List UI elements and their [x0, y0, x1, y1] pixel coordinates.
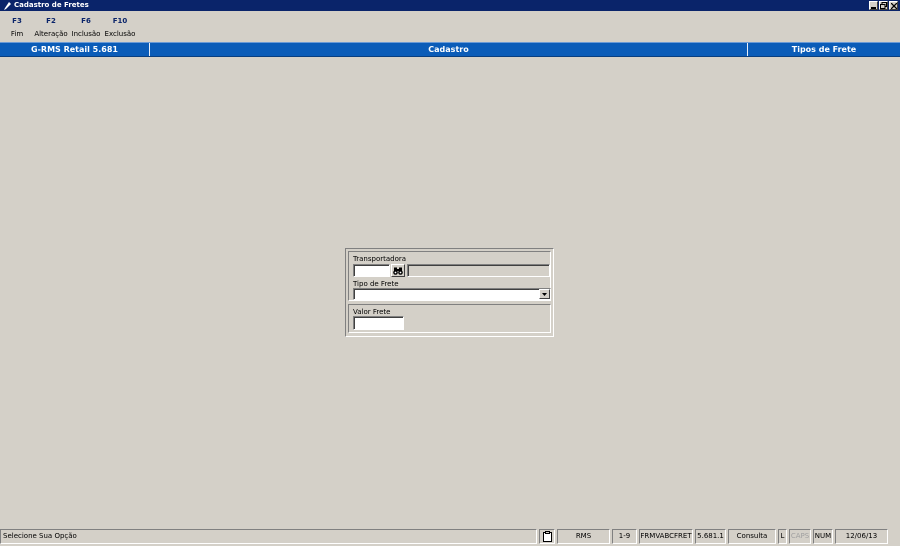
chevron-down-icon	[542, 292, 547, 296]
context-title: Tipos de Frete	[791, 45, 857, 54]
status-bar: Selecione Sua Opção RMS 1-9 FRMVABCFRET …	[0, 528, 900, 545]
restore-button[interactable]	[879, 1, 888, 10]
tipo-frete-label: Tipo de Frete	[353, 280, 399, 288]
transportadora-code-input[interactable]	[353, 264, 390, 277]
tool-inclusao[interactable]: F6 Inclusão	[68, 12, 104, 40]
transport-group: Transportadora Tipo de Frete	[348, 251, 551, 301]
binoculars-icon	[393, 267, 403, 275]
transportadora-name-field	[407, 264, 550, 277]
status-caps: CAPS	[789, 529, 811, 544]
product-name: G-RMS Retail 5.681	[0, 43, 150, 56]
header-band: G-RMS Retail 5.681 Cadastro Tipos de Fre…	[0, 42, 900, 57]
window-controls	[869, 1, 898, 10]
form-panel: Transportadora Tipo de Frete Valor Frete	[345, 248, 554, 337]
status-version: 5.681.1	[695, 529, 726, 544]
status-mode: Consulta	[728, 529, 776, 544]
tool-key: F3	[12, 17, 22, 25]
tool-key: F10	[112, 17, 128, 25]
status-record: 1-9	[612, 529, 637, 544]
tool-key: F6	[81, 17, 91, 25]
status-form-id: FRMVABCFRET	[639, 529, 693, 544]
tool-label: Inclusão	[71, 30, 101, 38]
dropdown-button[interactable]	[539, 289, 550, 299]
status-system: RMS	[557, 529, 610, 544]
tool-fim[interactable]: F3 Fim	[0, 12, 34, 40]
minimize-button[interactable]	[869, 1, 878, 10]
section-title: Cadastro	[150, 43, 748, 56]
transportadora-label: Transportadora	[353, 255, 407, 263]
pen-icon	[3, 1, 11, 10]
clipboard-button[interactable]	[539, 529, 555, 544]
tool-label: Alteração	[34, 30, 68, 38]
tool-exclusao[interactable]: F10 Exclusão	[104, 12, 136, 40]
clipboard-icon	[542, 531, 552, 542]
close-button[interactable]	[889, 1, 898, 10]
tipo-frete-select[interactable]	[353, 288, 551, 300]
window-title: Cadastro de Fretes	[14, 1, 89, 9]
status-num: NUM	[813, 529, 833, 544]
status-flag-l: L	[778, 529, 787, 544]
tool-label: Fim	[10, 30, 24, 38]
valor-frete-input[interactable]	[353, 316, 404, 330]
minimize-icon	[870, 6, 876, 9]
tool-label: Exclusão	[104, 30, 136, 38]
function-key-toolbar: F3 Fim F2 Alteração F6 Inclusão F10 Excl…	[0, 12, 900, 40]
close-icon	[890, 2, 897, 9]
tool-key: F2	[46, 17, 56, 25]
tool-alteracao[interactable]: F2 Alteração	[34, 12, 68, 40]
status-date: 12/06/13	[835, 529, 888, 544]
window-titlebar: Cadastro de Fretes	[0, 0, 900, 11]
valor-frete-label: Valor Frete	[353, 308, 391, 316]
status-message: Selecione Sua Opção	[0, 529, 537, 544]
search-transportadora-button[interactable]	[391, 264, 405, 277]
valor-group: Valor Frete	[348, 304, 551, 333]
restore-icon	[880, 2, 887, 9]
